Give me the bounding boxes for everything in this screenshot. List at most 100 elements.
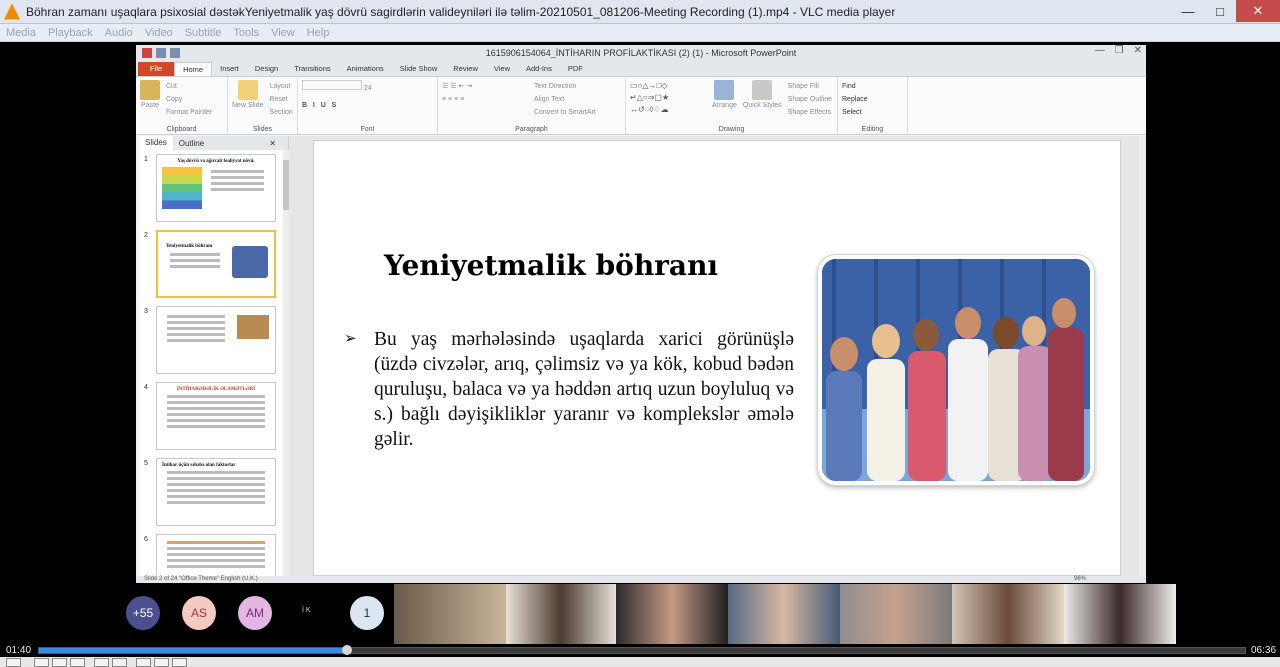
- underline-button[interactable]: U: [321, 102, 326, 109]
- menu-playback[interactable]: Playback: [48, 27, 93, 39]
- stop-icon[interactable]: [52, 658, 67, 667]
- tab-slide-show[interactable]: Slide Show: [392, 62, 446, 76]
- teenagers-photo[interactable]: [818, 255, 1094, 485]
- select-button[interactable]: Select: [842, 106, 903, 119]
- cut-button[interactable]: Cut: [166, 80, 212, 93]
- current-slide[interactable]: Yeniyetmalik böhranı ➢ Bu yaş mərhələsin…: [313, 140, 1121, 576]
- avatar[interactable]: 1: [350, 596, 384, 630]
- extended-settings-icon[interactable]: [112, 658, 127, 667]
- paste-button[interactable]: Paste: [140, 80, 160, 109]
- align-icons[interactable]: ≡ ≡ ≡ ≡: [442, 93, 532, 106]
- reset-button[interactable]: Reset: [269, 93, 292, 106]
- minimize-icon[interactable]: —: [1172, 0, 1204, 22]
- ppt-window-title: 1615906154064_İNTİHARIN PROFİLAKTİKASI (…: [485, 48, 797, 58]
- find-button[interactable]: Find: [842, 80, 903, 93]
- slide-title[interactable]: Yeniyetmalik böhranı: [384, 249, 718, 282]
- arrange-button[interactable]: Arrange: [712, 80, 737, 109]
- playlist-icon[interactable]: [136, 658, 151, 667]
- ppt-minimize-icon[interactable]: —: [1095, 45, 1105, 56]
- bullets-icon[interactable]: ☰ ☰ ⇤ ⇥: [442, 80, 532, 93]
- play-icon[interactable]: [6, 658, 21, 667]
- slide-thumbnail-selected[interactable]: 2 Yeniyetmalik böhranı: [139, 230, 279, 300]
- group-editing: Find Replace Select Editing: [838, 77, 908, 134]
- vlc-controls: [0, 657, 1280, 667]
- shape-outline-button[interactable]: Shape Outline: [788, 93, 832, 106]
- seek-knob[interactable]: [341, 645, 352, 655]
- slide-thumbnail[interactable]: 5 İntihar üçün səbəbə olan faktorlar: [139, 458, 279, 528]
- more-participants-badge[interactable]: +55: [126, 596, 160, 630]
- slide-thumbnail[interactable]: 4 İNTİHARƏDƏLİK ƏLAMƏTLƏRİ: [139, 382, 279, 452]
- participant-video[interactable]: [394, 584, 506, 644]
- tab-design[interactable]: Design: [247, 62, 286, 76]
- zoom-level[interactable]: 96%: [1074, 576, 1086, 583]
- tab-transitions[interactable]: Transitions: [286, 62, 338, 76]
- maximize-icon[interactable]: □: [1204, 0, 1236, 22]
- previous-icon[interactable]: [34, 658, 49, 667]
- panel-close-icon[interactable]: ✕: [263, 139, 282, 148]
- participant-video[interactable]: [728, 584, 840, 644]
- avatar[interactable]: AS: [182, 596, 216, 630]
- group-label-drawing: Drawing: [718, 126, 745, 133]
- ppt-status-bar: Slide 2 of 24 "Office Theme" English (U.…: [136, 576, 1146, 583]
- menu-tools[interactable]: Tools: [233, 27, 259, 39]
- close-icon[interactable]: ✕: [1236, 0, 1280, 22]
- ppt-close-icon[interactable]: ✕: [1134, 45, 1142, 56]
- ribbon: Paste Cut Copy Format Painter Clipboard …: [136, 77, 1146, 135]
- layout-button[interactable]: Layout: [269, 80, 292, 93]
- tab-insert[interactable]: Insert: [212, 62, 247, 76]
- align-text-button[interactable]: Align Text: [534, 93, 596, 106]
- participant-video[interactable]: [506, 584, 616, 644]
- text-direction-button[interactable]: Text Direction: [534, 80, 596, 93]
- convert-smartart-button[interactable]: Convert to SmartArt: [534, 106, 596, 119]
- slide-thumbnail[interactable]: 1 Yaş dövrü və ağırcalı fealiyyət növü.: [139, 154, 279, 224]
- menu-video[interactable]: Video: [145, 27, 173, 39]
- menu-help[interactable]: Help: [307, 27, 330, 39]
- vlc-window-title: Böhran zamanı uşaqlara psixosial dəstəkY…: [26, 4, 896, 19]
- next-icon[interactable]: [70, 658, 85, 667]
- participant-video[interactable]: [616, 584, 728, 644]
- replace-button[interactable]: Replace: [842, 93, 903, 106]
- copy-button[interactable]: Copy: [166, 93, 212, 106]
- menu-media[interactable]: Media: [6, 27, 36, 39]
- tab-add-ins[interactable]: Add-Ins: [518, 62, 560, 76]
- avatar[interactable]: AM: [238, 596, 272, 630]
- seek-bar[interactable]: [38, 645, 1246, 655]
- bullet-arrow-icon: ➢: [344, 331, 357, 347]
- tab-animations[interactable]: Animations: [339, 62, 392, 76]
- shape-fill-button[interactable]: Shape Fill: [788, 80, 832, 93]
- bold-button[interactable]: B: [302, 102, 307, 109]
- tab-review[interactable]: Review: [445, 62, 486, 76]
- slide-bullet[interactable]: ➢ Bu yaş mərhələsində uşaqlarda xarici g…: [344, 327, 794, 452]
- font-name-select[interactable]: [302, 80, 362, 90]
- fullscreen-icon[interactable]: [94, 658, 109, 667]
- tab-home[interactable]: Home: [174, 62, 213, 76]
- menu-subtitle[interactable]: Subtitle: [185, 27, 222, 39]
- tab-view[interactable]: View: [486, 62, 518, 76]
- italic-button[interactable]: I: [313, 102, 315, 109]
- quick-styles-button[interactable]: Quick Styles: [743, 80, 782, 109]
- tab-pdf[interactable]: PDF: [560, 62, 591, 76]
- shuffle-icon[interactable]: [172, 658, 187, 667]
- font-size-select[interactable]: 24: [364, 85, 372, 92]
- participant-video[interactable]: [840, 584, 952, 644]
- shapes-gallery[interactable]: ▭○△→□◇ ↵△○⇒▢★ ↔↺◌◊♢☁: [630, 80, 710, 116]
- slide-number: 2: [144, 232, 148, 239]
- shape-effects-button[interactable]: Shape Effects: [788, 106, 832, 119]
- strikethrough-button[interactable]: S: [332, 102, 337, 109]
- new-slide-button[interactable]: New Slide: [232, 80, 264, 109]
- tab-outline-panel[interactable]: Outline: [173, 139, 210, 148]
- tab-file[interactable]: File: [138, 62, 175, 76]
- menu-view[interactable]: View: [271, 27, 295, 39]
- time-current: 01:40: [6, 645, 32, 656]
- loop-icon[interactable]: [154, 658, 169, 667]
- menu-audio[interactable]: Audio: [105, 27, 133, 39]
- participant-video[interactable]: [952, 584, 1064, 644]
- bullet-text: Bu yaş mərhələsində uşaqlarda xarici gör…: [374, 329, 794, 450]
- format-painter-button[interactable]: Format Painter: [166, 106, 212, 119]
- section-button[interactable]: Section: [269, 106, 292, 119]
- tab-slides-panel[interactable]: Slides: [139, 136, 173, 150]
- slide-area-scrollbar[interactable]: [1139, 136, 1146, 576]
- slide-thumbnail[interactable]: 3: [139, 306, 279, 376]
- ppt-restore-icon[interactable]: ❐: [1115, 45, 1124, 56]
- participant-video[interactable]: [1064, 584, 1176, 644]
